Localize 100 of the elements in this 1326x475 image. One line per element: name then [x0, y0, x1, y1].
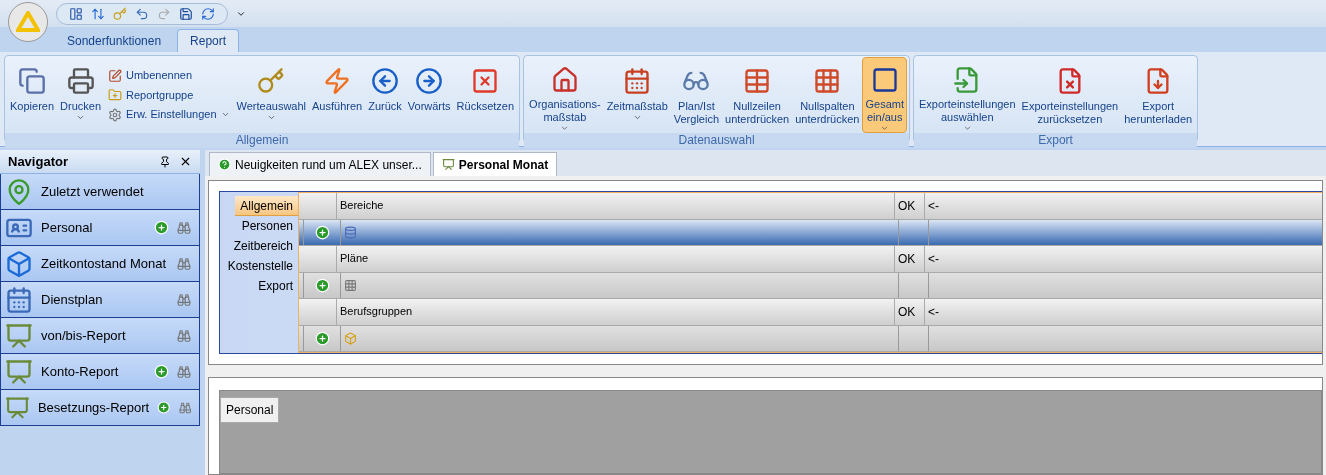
- status-cell: OK: [895, 193, 925, 219]
- button-label: Vorwärts: [407, 100, 451, 113]
- ribbon-small-button[interactable]: Umbenennen: [108, 67, 230, 84]
- ribbon-button[interactable]: Drucken: [57, 57, 104, 133]
- navigator-title: Navigator: [8, 152, 69, 171]
- binoculars-icon[interactable]: [177, 292, 191, 307]
- button-label: Gesamt: [865, 97, 904, 111]
- copy-icon: [18, 67, 46, 95]
- section-title: Bereiche: [337, 193, 895, 219]
- section-title: Pläne: [337, 246, 895, 272]
- ribbon-tab[interactable]: Report: [177, 29, 240, 52]
- button-label: ein/aus: [867, 110, 903, 124]
- binoculars-icon[interactable]: [178, 400, 191, 415]
- button-label: maßstab: [543, 110, 587, 124]
- button-label: unterdrücken: [795, 113, 860, 126]
- section-row[interactable]: [299, 220, 1322, 246]
- group-label: Export: [914, 133, 1198, 148]
- button-label: Nullzeilen: [733, 100, 781, 113]
- ribbon-button[interactable]: Rücksetzen: [453, 57, 518, 133]
- grid-icon: [344, 279, 357, 292]
- side-tab[interactable]: Personen: [236, 216, 298, 236]
- save-icon[interactable]: [179, 6, 193, 21]
- cube-icon: [5, 249, 33, 278]
- table-icon: [743, 67, 772, 95]
- ribbon-button[interactable]: Zurück: [365, 57, 405, 133]
- add-icon[interactable]: [314, 278, 330, 293]
- navigator-item-label: Besetzungs-Report: [37, 398, 150, 417]
- redo-icon[interactable]: [157, 6, 171, 21]
- button-label: herunterladen: [1124, 113, 1193, 126]
- binoculars-icon[interactable]: [177, 364, 191, 379]
- ribbon-button[interactable]: Zeitmaßstab: [603, 57, 671, 133]
- folder-add-icon: [108, 88, 122, 102]
- key-icon[interactable]: [113, 6, 127, 21]
- ribbon-button[interactable]: Kopieren: [7, 57, 58, 133]
- ribbon-tab[interactable]: Sonderfunktionen: [55, 29, 174, 52]
- calendar-icon: [5, 285, 33, 314]
- presentation-icon: [5, 357, 33, 386]
- ribbon-button[interactable]: Ausführen: [309, 57, 366, 133]
- binoculars-icon[interactable]: [177, 328, 191, 343]
- button-label: Exporteinstellungen: [1021, 100, 1119, 113]
- navigator-item[interactable]: Besetzungs-Report: [0, 390, 200, 426]
- ribbon-button[interactable]: Export herunterladen: [1121, 57, 1196, 133]
- presentation-icon: [5, 321, 33, 350]
- lightning-icon: [323, 67, 352, 95]
- presentation-icon: [441, 158, 455, 171]
- side-tab[interactable]: Kostenstelle: [222, 256, 298, 276]
- navigator-item[interactable]: Zeitkontostand Monat: [0, 246, 200, 282]
- ribbon-button[interactable]: Nullzeilen unterdrücken: [722, 57, 793, 133]
- side-tab[interactable]: Zeitbereich: [228, 236, 298, 256]
- add-icon[interactable]: [154, 364, 169, 379]
- document-tab[interactable]: Personal Monat: [432, 152, 558, 176]
- ribbon-button[interactable]: Werteauswahl: [233, 57, 309, 133]
- navigator-item-label: Konto-Report: [41, 362, 120, 381]
- pin-icon[interactable]: [159, 155, 171, 168]
- ribbon-button[interactable]: Nullspalten unterdrücken: [792, 57, 863, 133]
- side-tab[interactable]: Allgemein: [235, 196, 298, 216]
- ribbon-button[interactable]: Vorwärts: [404, 57, 454, 133]
- undo-icon[interactable]: [135, 6, 149, 21]
- add-icon[interactable]: [154, 220, 169, 235]
- side-tab[interactable]: Export: [253, 276, 298, 296]
- arrow-cell-text: <-: [927, 198, 940, 215]
- printer-icon: [66, 67, 95, 95]
- button-label: Zeitmaßstab: [606, 100, 668, 113]
- arrow-cell-text: <-: [927, 304, 940, 321]
- group-label: Allgemein: [5, 133, 520, 148]
- navigator-item[interactable]: Dienstplan: [0, 282, 200, 318]
- section-title: Berufsgruppen: [337, 299, 895, 325]
- ribbon-button[interactable]: Exporteinstellungen auswählen: [916, 57, 1019, 133]
- refresh-icon[interactable]: [201, 6, 215, 21]
- group-label: Datenauswahl: [524, 133, 909, 148]
- app-logo[interactable]: [8, 1, 48, 42]
- add-icon[interactable]: [157, 400, 171, 415]
- close-icon[interactable]: [179, 155, 192, 168]
- button-label: unterdrücken: [725, 113, 790, 126]
- gear-icon: [108, 107, 122, 122]
- up-down-arrow-icon[interactable]: [91, 6, 105, 21]
- navigator-item[interactable]: Personal: [0, 210, 200, 246]
- button-label: Vergleich: [673, 113, 720, 126]
- button-label: auswählen: [941, 110, 994, 124]
- ribbon-small-button[interactable]: Erw. Einstellungen: [108, 106, 230, 123]
- ribbon-button[interactable]: Organisations- maßstab: [526, 57, 604, 133]
- document-tab[interactable]: Neuigkeiten rund um ALEX unser...: [209, 152, 431, 176]
- help-icon: [218, 158, 231, 171]
- navigator-item[interactable]: Zuletzt verwendet: [0, 174, 200, 210]
- result-tab[interactable]: Personal: [220, 397, 280, 423]
- ribbon-button[interactable]: Gesamt ein/aus: [862, 57, 907, 133]
- binoculars-icon[interactable]: [177, 220, 191, 235]
- add-icon[interactable]: [314, 225, 330, 240]
- ribbon-button[interactable]: Exporteinstellungen zurücksetzen: [1018, 57, 1122, 133]
- navigator-item[interactable]: Konto-Report: [0, 354, 200, 390]
- add-icon[interactable]: [314, 331, 330, 346]
- ribbon-small-button[interactable]: Reportgruppe: [108, 86, 230, 104]
- button-label: Exporteinstellungen: [919, 97, 1016, 111]
- key-icon: [257, 67, 286, 95]
- binoculars-icon[interactable]: [177, 256, 191, 271]
- navigator-item[interactable]: von/bis-Report: [0, 318, 200, 354]
- arrow-cell-text: <-: [927, 251, 940, 268]
- navigator-item-label: Zeitkontostand Monat: [41, 254, 168, 273]
- ribbon-button[interactable]: Plan/Ist Vergleich: [670, 57, 723, 133]
- layout-icon[interactable]: [69, 6, 83, 21]
